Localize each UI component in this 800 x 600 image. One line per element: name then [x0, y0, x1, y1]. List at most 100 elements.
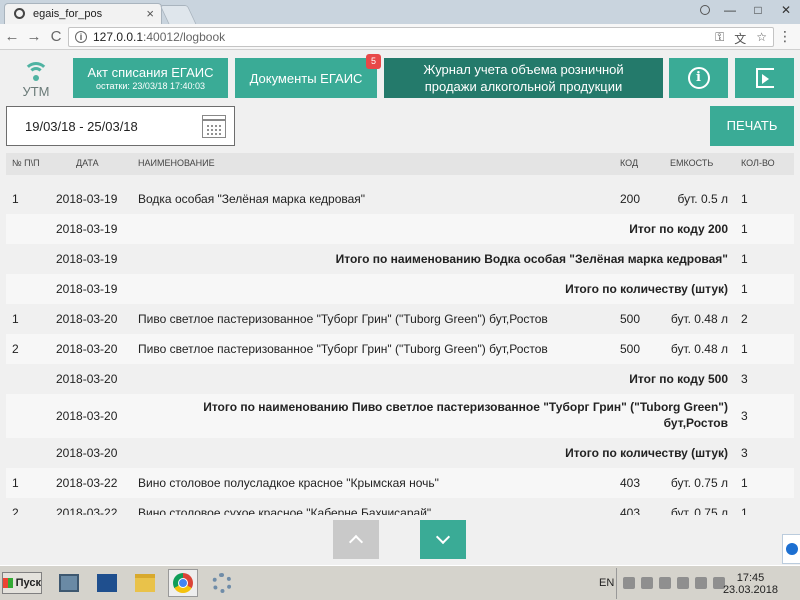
cell-date: 2018-03-20: [56, 342, 118, 356]
start-button[interactable]: Пуск: [2, 572, 42, 594]
date-range-picker[interactable]: 19/03/18 - 25/03/18: [6, 106, 235, 146]
forward-button[interactable]: →: [24, 27, 44, 47]
new-tab-button[interactable]: [159, 5, 197, 24]
cell-num: 2: [12, 506, 19, 515]
cell-num: 1: [12, 312, 19, 326]
start-label: Пуск: [15, 577, 41, 589]
cell-name: Вино столовое сухое красное "Каберне Бах…: [138, 506, 432, 515]
browser-tabbar: egais_for_pos × — □ ✕: [0, 0, 800, 24]
cell-capacity: бут. 0.5 л: [677, 192, 728, 206]
browser-menu-icon[interactable]: ⋮: [778, 28, 792, 45]
system-clock[interactable]: 17:45 23.03.2018: [723, 572, 778, 596]
minimize-button[interactable]: —: [716, 0, 744, 20]
language-indicator[interactable]: EN: [599, 577, 614, 589]
key-icon[interactable]: ⚿: [715, 30, 724, 47]
table-row[interactable]: 2 2018-03-22 Вино столовое сухое красное "…: [6, 498, 794, 515]
tray-app-icon[interactable]: [641, 577, 653, 589]
cell-code: 403: [620, 506, 641, 515]
cell-num: 1: [12, 192, 19, 206]
calendar-icon[interactable]: [202, 115, 226, 138]
cell-name: Водка особая "Зелёная марка кедровая": [138, 192, 366, 206]
pagination: [0, 520, 800, 560]
wifi-icon: [23, 62, 49, 82]
url-path: :40012/logbook: [143, 30, 226, 44]
table-row[interactable]: 1 2018-03-20 Пиво светлое пастеризованное …: [6, 304, 794, 334]
cell-qty: 3: [741, 372, 748, 386]
omnibox-actions: ⚿ 文 ☆: [715, 30, 767, 47]
scroll-down-button[interactable]: [420, 520, 466, 559]
cell-name: Вино столовое полусладкое красное "Крымс…: [138, 476, 439, 490]
cell-total-label: Итого по наименованию Пиво светлое пасте…: [203, 399, 728, 431]
taskbar-chrome[interactable]: [168, 569, 198, 597]
table-row[interactable]: 2018-03-19 1 Итог по коду 200: [6, 214, 794, 244]
date-range-value: 19/03/18 - 25/03/18: [25, 119, 138, 134]
gear-icon: [212, 573, 232, 593]
table-row[interactable]: 1 2018-03-22 Вино столовое полусладкое кра…: [6, 468, 794, 498]
table-header: № п\п ДАТА НАИМЕНОВАНИЕ КОД ЕМКОСТЬ КОЛ-…: [6, 153, 794, 175]
bookmark-star-icon[interactable]: ☆: [756, 30, 767, 47]
logbook-table[interactable]: 1 2018-03-19 Водка особая "Зелёная марка к…: [6, 184, 794, 515]
teamviewer-icon: [786, 543, 798, 555]
cell-qty: 3: [741, 409, 748, 423]
clock-time: 17:45: [736, 572, 765, 584]
cell-qty: 1: [741, 506, 748, 515]
table-row[interactable]: 2018-03-19 1 Итого по наименованию Водка о…: [6, 244, 794, 274]
tray-expand-icon[interactable]: [623, 577, 635, 589]
taskbar-settings[interactable]: [207, 569, 237, 597]
site-info-icon[interactable]: i: [75, 31, 87, 43]
browser-tab[interactable]: egais_for_pos ×: [4, 3, 162, 24]
cell-total-label: Итого по количеству (штук): [565, 282, 728, 296]
table-row[interactable]: 2 2018-03-20 Пиво светлое пастеризованное …: [6, 334, 794, 364]
taskbar-powershell[interactable]: [92, 569, 122, 597]
maximize-button[interactable]: □: [744, 0, 772, 20]
cell-code: 500: [620, 342, 641, 356]
cell-capacity: бут. 0.48 л: [670, 342, 728, 356]
taskbar-network-app[interactable]: [54, 569, 84, 597]
user-icon: [700, 5, 710, 15]
cell-code: 500: [620, 312, 641, 326]
teamviewer-widget[interactable]: [782, 534, 800, 564]
cell-qty: 3: [741, 446, 748, 460]
chevron-up-icon: [348, 534, 364, 550]
tray-network-icon[interactable]: [677, 577, 689, 589]
total-label-line-1: Итого по наименованию Пиво светлое пасте…: [203, 400, 728, 414]
tab-close-icon[interactable]: ×: [146, 6, 154, 21]
write-off-act-button[interactable]: Акт списания ЕГАИС остатки: 23/03/18 17:…: [73, 58, 228, 98]
table-row[interactable]: 1 2018-03-19 Водка особая "Зелёная марка к…: [6, 184, 794, 214]
cell-date: 2018-03-22: [56, 476, 118, 490]
profile-button[interactable]: [694, 0, 716, 20]
table-row[interactable]: 2018-03-20 3 Итог по коду 500: [6, 364, 794, 394]
cell-total-label: Итого по наименованию Водка особая "Зелё…: [335, 252, 728, 266]
reload-button[interactable]: C: [46, 27, 66, 47]
cell-date: 2018-03-20: [56, 372, 118, 386]
egais-documents-button[interactable]: Документы ЕГАИС 5: [235, 54, 381, 98]
back-button[interactable]: ←: [2, 27, 22, 47]
info-button[interactable]: i: [669, 58, 728, 98]
tray-volume-icon[interactable]: [695, 577, 707, 589]
cell-name: Пиво светлое пастеризованное "Туборг Гри…: [138, 342, 548, 356]
documents-count-badge: 5: [366, 54, 381, 69]
tab-title: egais_for_pos: [33, 8, 103, 20]
scroll-up-button[interactable]: [333, 520, 379, 559]
url-host: 127.0.0.1: [93, 30, 144, 44]
cell-total-label: Итого по количеству (штук): [565, 446, 728, 460]
cell-date: 2018-03-20: [56, 446, 118, 460]
cell-date: 2018-03-20: [56, 409, 118, 423]
cell-qty: 1: [741, 192, 748, 206]
exit-button[interactable]: [735, 58, 794, 98]
translate-icon[interactable]: 文: [734, 30, 746, 47]
table-row[interactable]: 2018-03-20 3 Итого по наименованию Пиво св…: [6, 394, 794, 438]
table-row[interactable]: 2018-03-19 1 Итого по количеству (штук): [6, 274, 794, 304]
header-capacity: ЕМКОСТЬ: [670, 158, 714, 168]
tray-flag-icon[interactable]: [659, 577, 671, 589]
retail-journal-button[interactable]: Журнал учета объема розничной продажи ал…: [384, 58, 663, 98]
utm-status[interactable]: УТМ: [14, 62, 58, 100]
close-window-button[interactable]: ✕: [772, 0, 800, 20]
cell-date: 2018-03-20: [56, 312, 118, 326]
cell-code: 403: [620, 476, 641, 490]
print-button[interactable]: ПЕЧАТЬ: [710, 106, 794, 146]
table-row[interactable]: 2018-03-20 3 Итого по количеству (штук): [6, 438, 794, 468]
taskbar-explorer[interactable]: [130, 569, 160, 597]
address-bar[interactable]: i 127.0.0.1:40012/logbook ⚿ 文 ☆: [68, 27, 774, 47]
chevron-down-icon: [435, 529, 451, 545]
